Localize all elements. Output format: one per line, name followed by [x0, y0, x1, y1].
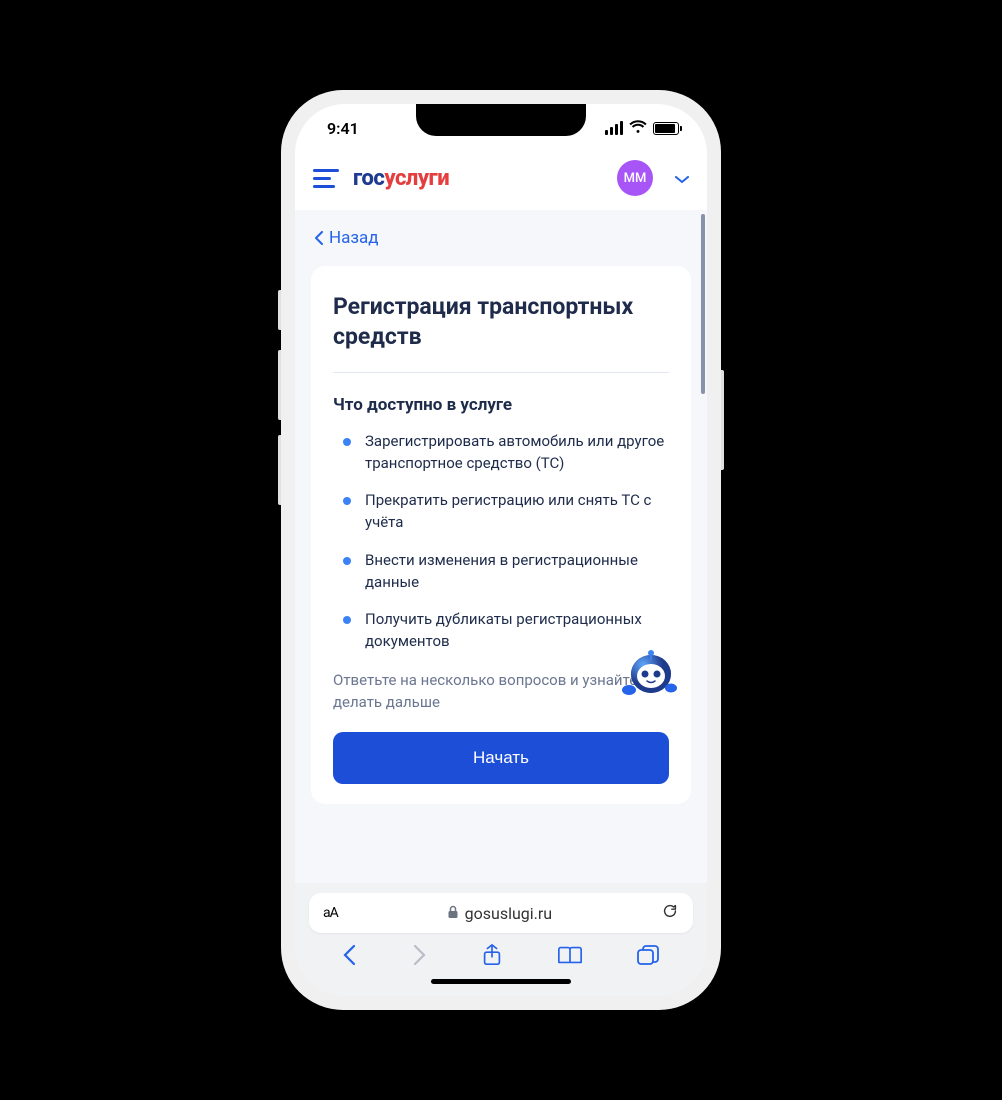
lock-icon — [447, 904, 459, 923]
user-avatar[interactable]: ММ — [617, 160, 653, 196]
browser-back-icon[interactable] — [342, 944, 358, 970]
list-item: Зарегистрировать автомобиль или другое т… — [333, 431, 669, 475]
url-text: gosuslugi.ru — [465, 904, 553, 923]
home-indicator[interactable] — [431, 979, 571, 984]
list-item: Внести изменения в регистрационные данны… — [333, 550, 669, 594]
wifi-icon — [629, 119, 647, 138]
back-label: Назад — [329, 228, 379, 248]
url-bar[interactable]: аА gosuslugi.ru — [309, 893, 693, 933]
service-options-list: Зарегистрировать автомобиль или другое т… — [333, 431, 669, 653]
section-title: Что доступно в услуге — [333, 395, 669, 415]
back-link[interactable]: Назад — [295, 210, 707, 262]
battery-icon — [653, 122, 679, 135]
status-time: 9:41 — [327, 119, 359, 138]
browser-forward-icon — [411, 944, 427, 970]
chevron-left-icon — [315, 231, 323, 245]
menu-icon[interactable] — [313, 169, 339, 188]
notch — [416, 104, 586, 136]
page-title: Регистрация транспортных средств — [333, 292, 669, 352]
phone-frame: 9:41 госуслуги — [281, 90, 721, 1010]
tabs-icon[interactable] — [636, 944, 660, 970]
scrollbar-thumb[interactable] — [701, 214, 705, 394]
assistant-robot-icon[interactable] — [617, 646, 677, 706]
app-header: госуслуги ММ — [295, 152, 707, 210]
chevron-down-icon[interactable] — [675, 169, 689, 188]
text-size-button[interactable]: аА — [323, 905, 338, 921]
bookmarks-icon[interactable] — [557, 944, 583, 970]
service-card: Регистрация транспортных средств Что дос… — [311, 266, 691, 804]
page-content[interactable]: Назад Регистрация транспортных средств Ч… — [295, 210, 707, 883]
app-logo[interactable]: госуслуги — [353, 166, 603, 191]
cellular-signal-icon — [605, 121, 623, 135]
refresh-icon[interactable] — [661, 902, 679, 924]
start-button[interactable]: Начать — [333, 732, 669, 784]
share-icon[interactable] — [481, 943, 503, 971]
list-item: Прекратить регистрацию или снять ТС с уч… — [333, 490, 669, 534]
divider — [333, 372, 669, 373]
browser-chrome: аА gosuslugi.ru — [295, 883, 707, 996]
